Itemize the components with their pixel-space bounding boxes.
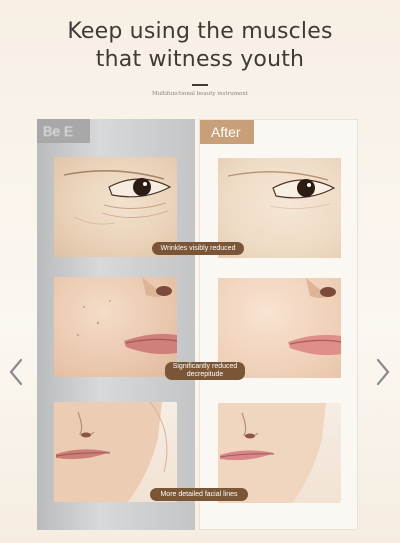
before-cheek-photo: [54, 277, 177, 377]
caption-decrepitude: Significantly reduced decrepitude: [165, 362, 245, 380]
after-label: After: [211, 124, 241, 140]
caption-decrepitude-line-1: Significantly reduced: [172, 362, 238, 370]
headline-line-1: Keep using the muscles: [67, 19, 333, 44]
title-divider: [192, 84, 208, 86]
chevron-left-icon: [9, 358, 23, 386]
after-tag: After: [200, 120, 254, 144]
next-button[interactable]: [376, 358, 390, 386]
prev-button[interactable]: [9, 358, 23, 386]
before-panel: Be E: [37, 119, 195, 530]
headline-line-2: that witness youth: [95, 47, 305, 72]
before-chin-photo: [54, 402, 177, 502]
caption-wrinkles: Wrinkles visibly reduced: [152, 242, 244, 255]
headline: Keep using the muscles that witness yout…: [0, 18, 400, 74]
before-tag: Be E: [37, 119, 90, 143]
before-label: Be E: [43, 123, 74, 139]
after-panel: After: [199, 119, 358, 530]
caption-facial-lines: More detailed facial lines: [150, 488, 248, 501]
chevron-right-icon: [376, 358, 390, 386]
subtitle: Multifunctional beauty instrument: [151, 91, 249, 97]
caption-decrepitude-line-2: decrepitude: [186, 371, 224, 378]
